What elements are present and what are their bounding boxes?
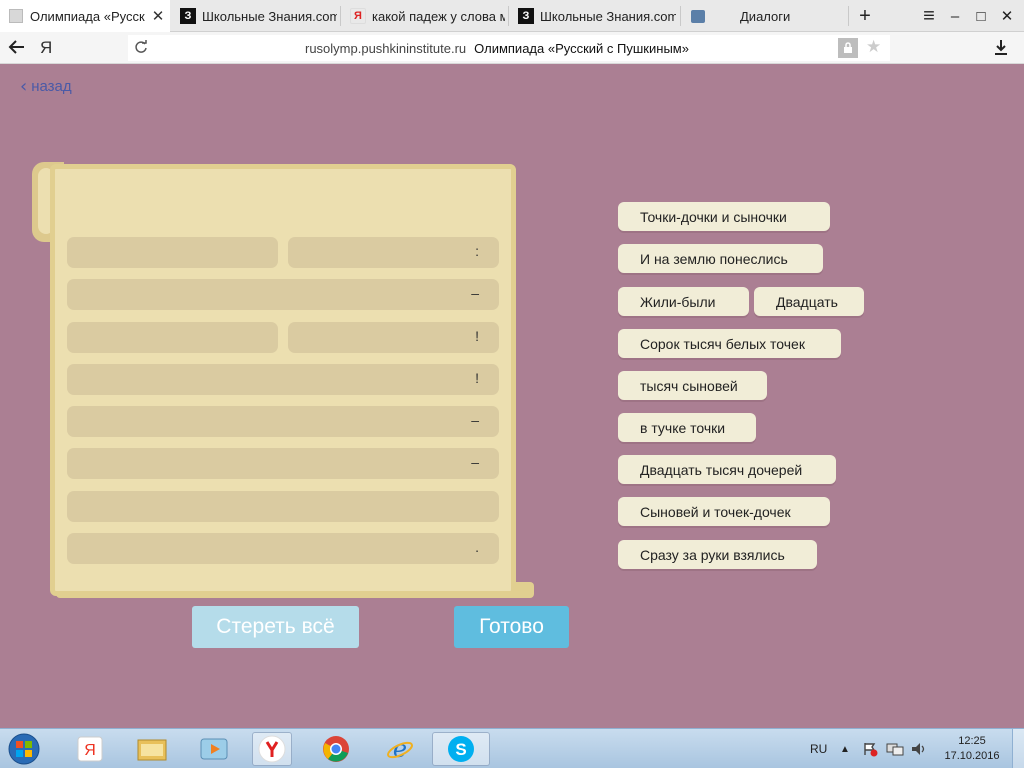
windows-taskbar: Я e S RU ▲ 12:25 17.10.2016 — [0, 728, 1024, 768]
yandex-icon[interactable]: Я — [70, 732, 110, 766]
slot-punctuation: – — [471, 285, 479, 301]
answer-slot[interactable]: . — [67, 533, 499, 564]
browser-tab-bar: Олимпиада «Русск ✕ З Школьные Знания.com… — [0, 0, 1024, 32]
znanija-icon: З — [180, 8, 196, 24]
url-text: rusolymp.pushkininstitute.ru Олимпиада «Р… — [305, 41, 689, 56]
chrome-icon[interactable] — [316, 732, 356, 766]
phrase-chip[interactable]: тысяч сыновей — [618, 371, 767, 400]
address-bar: Я rusolymp.pushkininstitute.ru Олимпиада … — [0, 32, 1024, 64]
download-icon[interactable] — [994, 39, 1008, 60]
action-center-icon[interactable] — [862, 729, 878, 768]
answer-scroll: : – ! ! – – . — [32, 158, 538, 603]
yandex-browser-icon[interactable] — [252, 732, 292, 766]
phrase-chip[interactable]: Точки-дочки и сыночки — [618, 202, 830, 231]
tab-title: Школьные Знания.com — [540, 8, 676, 24]
phrase-chip[interactable]: И на землю понеслись — [618, 244, 823, 273]
slot-punctuation: ! — [475, 328, 479, 344]
clock[interactable]: 12:25 17.10.2016 — [940, 729, 1004, 768]
phrase-chip[interactable]: Сорок тысяч белых точек — [618, 329, 841, 358]
tab-olympiad[interactable]: Олимпиада «Русск ✕ — [0, 0, 170, 32]
svg-text:Я: Я — [84, 742, 96, 759]
answer-slot[interactable]: – — [67, 279, 499, 310]
svg-text:e: e — [393, 735, 407, 763]
minimize-icon[interactable]: – — [942, 0, 968, 32]
slot-punctuation: – — [471, 412, 479, 428]
skype-icon[interactable]: S — [432, 732, 490, 766]
reload-icon[interactable] — [134, 40, 148, 59]
tab-separator — [848, 6, 849, 26]
close-icon[interactable]: ✕ — [150, 7, 166, 25]
slot-punctuation: – — [471, 454, 479, 470]
back-arrow-icon[interactable] — [8, 39, 26, 60]
media-player-icon[interactable] — [194, 732, 234, 766]
tab-title: Школьные Знания.com — [202, 8, 337, 24]
tab-dialogs[interactable]: Диалоги — [682, 0, 842, 32]
clock-date: 17.10.2016 — [944, 750, 1000, 762]
tab-title: какой падеж у слова м — [372, 8, 505, 24]
tab-yandex-search[interactable]: Я какой падеж у слова м — [342, 0, 505, 32]
clock-time: 12:25 — [958, 735, 986, 747]
vk-dialog-icon — [690, 8, 706, 24]
close-window-icon[interactable]: ✕ — [994, 0, 1020, 32]
yandex-logo-icon[interactable]: Я — [40, 38, 52, 58]
back-link-label: назад — [31, 78, 72, 95]
answer-slot[interactable]: – — [67, 448, 499, 479]
slot-punctuation: : — [475, 243, 479, 259]
done-button[interactable]: Готово — [454, 606, 569, 648]
scroll-body: : – ! ! – – . — [50, 164, 516, 596]
language-indicator[interactable]: RU — [810, 729, 827, 768]
answer-slot[interactable] — [67, 237, 278, 268]
ie-icon[interactable]: e — [380, 732, 420, 766]
lock-icon[interactable] — [838, 38, 858, 58]
znanija-icon: З — [518, 8, 534, 24]
slot-punctuation: . — [475, 539, 479, 555]
menu-icon[interactable]: ≡ — [916, 0, 942, 32]
svg-text:S: S — [455, 740, 466, 759]
tab-znanija-2[interactable]: З Школьные Знания.com — [510, 0, 676, 32]
phrase-chip[interactable]: Жили-были — [618, 287, 749, 316]
answer-slot[interactable]: ! — [67, 364, 499, 395]
clear-all-button[interactable]: Стереть всё — [192, 606, 359, 648]
answer-slot[interactable]: ! — [288, 322, 499, 353]
tab-title: Диалоги — [740, 8, 791, 24]
tab-separator — [340, 6, 341, 26]
bookmark-star-icon[interactable]: ★ — [866, 37, 881, 57]
answer-slot[interactable]: : — [288, 237, 499, 268]
new-tab-button[interactable]: + — [852, 0, 878, 32]
phrase-chip[interactable]: Двадцать тысяч дочерей — [618, 455, 836, 484]
maximize-icon[interactable]: □ — [968, 0, 994, 32]
phrase-chip[interactable]: в тучке точки — [618, 413, 756, 442]
explorer-icon[interactable] — [132, 732, 172, 766]
volume-icon[interactable] — [910, 729, 928, 768]
phrase-chip[interactable]: Сразу за руки взялись — [618, 540, 817, 569]
show-hidden-icons-icon[interactable]: ▲ — [840, 729, 850, 768]
url-page-title: Олимпиада «Русский с Пушкиным» — [474, 41, 689, 56]
yandex-icon: Я — [350, 8, 366, 24]
show-desktop-button[interactable] — [1012, 729, 1024, 768]
back-link[interactable]: ‹ назад — [20, 76, 72, 97]
url-host: rusolymp.pushkininstitute.ru — [305, 41, 467, 56]
tab-separator — [680, 6, 681, 26]
tab-title: Олимпиада «Русск — [30, 8, 145, 24]
answer-slot[interactable] — [67, 322, 278, 353]
phrase-chip[interactable]: Сыновей и точек-дочек — [618, 497, 830, 526]
phrase-chip[interactable]: Двадцать — [754, 287, 864, 316]
answer-slot[interactable] — [67, 491, 499, 522]
network-icon[interactable] — [886, 729, 904, 768]
slot-punctuation: ! — [475, 370, 479, 386]
tab-znanija-1[interactable]: З Школьные Знания.com — [172, 0, 337, 32]
chevron-left-icon: ‹ — [20, 76, 28, 97]
answer-slot[interactable]: – — [67, 406, 499, 437]
page-icon — [8, 8, 24, 24]
tab-separator — [508, 6, 509, 26]
start-orb-icon[interactable] — [4, 732, 44, 766]
